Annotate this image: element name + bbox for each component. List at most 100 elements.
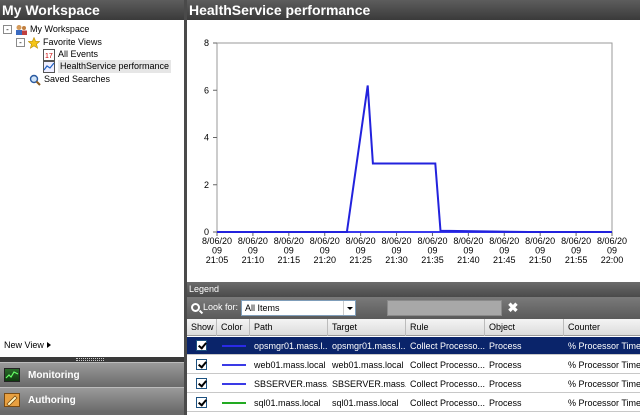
x-tick-label: 09 [212, 246, 222, 256]
column-header-counter[interactable]: Counter [564, 319, 640, 336]
x-tick-label: 09 [320, 246, 330, 256]
cell-target: sql01.mass.local [332, 398, 399, 408]
x-tick-label: 21:35 [421, 255, 444, 265]
legend-grid: Show Color Path Target Rule Object Count… [187, 319, 640, 415]
cell-target: opsmgr01.mass.l... [332, 341, 406, 351]
users-icon [15, 24, 27, 36]
cell-target: SBSERVER.mass.... [332, 379, 406, 389]
x-tick-label: 09 [571, 246, 581, 256]
cell-counter: % Processor Time [568, 379, 640, 389]
collapse-icon[interactable]: - [16, 38, 25, 47]
column-header-object[interactable]: Object [485, 319, 564, 336]
x-tick-label: 21:40 [457, 255, 480, 265]
show-checkbox[interactable] [196, 340, 207, 351]
results-pane: HealthService performance 0 2 4 6 8 8/06/20 09… [187, 0, 640, 415]
x-tick-label: 8/06/20 [202, 236, 232, 246]
authoring-button[interactable]: Authoring [0, 387, 184, 412]
cell-object: Process [489, 379, 522, 389]
show-checkbox[interactable] [196, 359, 207, 370]
x-tick-label: 22:00 [601, 255, 624, 265]
x-tick-label: 21:25 [349, 255, 372, 265]
cell-object: Process [489, 398, 522, 408]
clear-search-button[interactable]: ✖ [505, 300, 521, 316]
x-tick-label: 09 [607, 246, 617, 256]
search-icon [29, 74, 41, 86]
x-tick-label: 8/06/20 [597, 236, 627, 246]
legend-row[interactable]: web01.mass.local web01.mass.local Collect … [187, 356, 640, 374]
look-for-dropdown[interactable]: All Items [241, 300, 356, 316]
search-icon [191, 303, 200, 312]
performance-chart-svg: 024688/06/200921:058/06/200921:108/06/20… [202, 38, 627, 265]
tree-node-saved-searches[interactable]: Saved Searches [29, 73, 110, 86]
look-for-label: Look for: [203, 302, 239, 312]
navigation-pane: My Workspace - My Workspace - Favorite V… [0, 0, 184, 415]
app-window: My Workspace - My Workspace - Favorite V… [0, 0, 640, 415]
monitoring-label: Monitoring [28, 369, 80, 381]
x-tick-label: 09 [248, 246, 258, 256]
x-tick-label: 09 [356, 246, 366, 256]
x-tick-label: 09 [284, 246, 294, 256]
legend-row[interactable]: SBSERVER.mass.... SBSERVER.mass.... Collec… [187, 375, 640, 393]
performance-chart: 0 2 4 6 8 8/06/20 09 21:05 8/06/20 09 21:10 8/06/20… [187, 20, 640, 282]
legend-row[interactable]: sql01.mass.local sql01.mass.local Collect … [187, 394, 640, 412]
tree-node-healthservice-performance[interactable]: HealthService performance [43, 60, 172, 73]
cell-object: Process [489, 360, 522, 370]
y-tick-label: 6 [204, 85, 209, 95]
series-color-swatch [222, 383, 246, 385]
new-view-menu[interactable]: New View [4, 340, 51, 350]
series-color-swatch [222, 345, 246, 347]
collapse-icon[interactable]: - [3, 25, 12, 34]
x-tick-label: 09 [392, 246, 402, 256]
cell-rule: Collect Processo... [410, 360, 485, 370]
column-header-color[interactable]: Color [217, 319, 250, 336]
cell-path: sql01.mass.local [254, 398, 321, 408]
x-tick-label: 8/06/20 [417, 236, 447, 246]
tree-node-label: My Workspace [30, 24, 90, 34]
column-header-rule[interactable]: Rule [406, 319, 485, 336]
legend-toolbar: Look for: All Items ✖ [187, 297, 640, 319]
monitoring-button[interactable]: Monitoring [0, 362, 184, 387]
y-tick-label: 2 [204, 180, 209, 190]
x-tick-label: 21:10 [242, 255, 265, 265]
cell-counter: % Processor Time [568, 360, 640, 370]
legend-search-input[interactable] [387, 300, 502, 316]
chevron-down-icon[interactable] [343, 301, 355, 315]
new-view-label: New View [4, 340, 44, 350]
star-icon [27, 36, 41, 49]
column-header-show[interactable]: Show [187, 319, 217, 336]
cell-object: Process [489, 341, 522, 351]
column-header-path[interactable]: Path [250, 319, 328, 336]
results-pane-title: HealthService performance [187, 0, 640, 20]
navigation-pane-title: My Workspace [0, 0, 184, 20]
legend-row[interactable]: opsmgr01.mass.l... opsmgr01.mass.l... Coll… [187, 337, 640, 355]
performance-view-icon [43, 60, 55, 73]
x-tick-label: 21:30 [385, 255, 408, 265]
x-tick-label: 09 [535, 246, 545, 256]
series-color-swatch [222, 364, 246, 366]
x-tick-label: 8/06/20 [453, 236, 483, 246]
legend-header: Legend [187, 282, 640, 297]
x-tick-label: 21:05 [206, 255, 229, 265]
tree-node-label: HealthService performance [58, 60, 172, 73]
column-header-target[interactable]: Target [328, 319, 406, 336]
show-checkbox[interactable] [196, 397, 207, 408]
cell-path: SBSERVER.mass.... [254, 379, 328, 389]
tree-node-my-workspace[interactable]: - My Workspace [3, 23, 89, 36]
y-tick-label: 4 [204, 133, 209, 143]
svg-text:17: 17 [45, 53, 53, 60]
plot-frame [216, 42, 613, 233]
cell-path: opsmgr01.mass.l... [254, 341, 328, 351]
grip-icon [76, 358, 104, 361]
x-tick-label: 09 [427, 246, 437, 256]
legend-grid-header: Show Color Path Target Rule Object Count… [187, 319, 640, 336]
x-tick-label: 8/06/20 [274, 236, 304, 246]
x-tick-label: 8/06/20 [310, 236, 340, 246]
x-tick-label: 21:55 [565, 255, 588, 265]
look-for-value: All Items [245, 303, 280, 313]
tree-node-label: Saved Searches [44, 74, 111, 84]
authoring-label: Authoring [28, 394, 76, 406]
cell-rule: Collect Processo... [410, 341, 485, 351]
x-tick-label: 21:45 [493, 255, 516, 265]
x-tick-label: 8/06/20 [561, 236, 591, 246]
show-checkbox[interactable] [196, 378, 207, 389]
